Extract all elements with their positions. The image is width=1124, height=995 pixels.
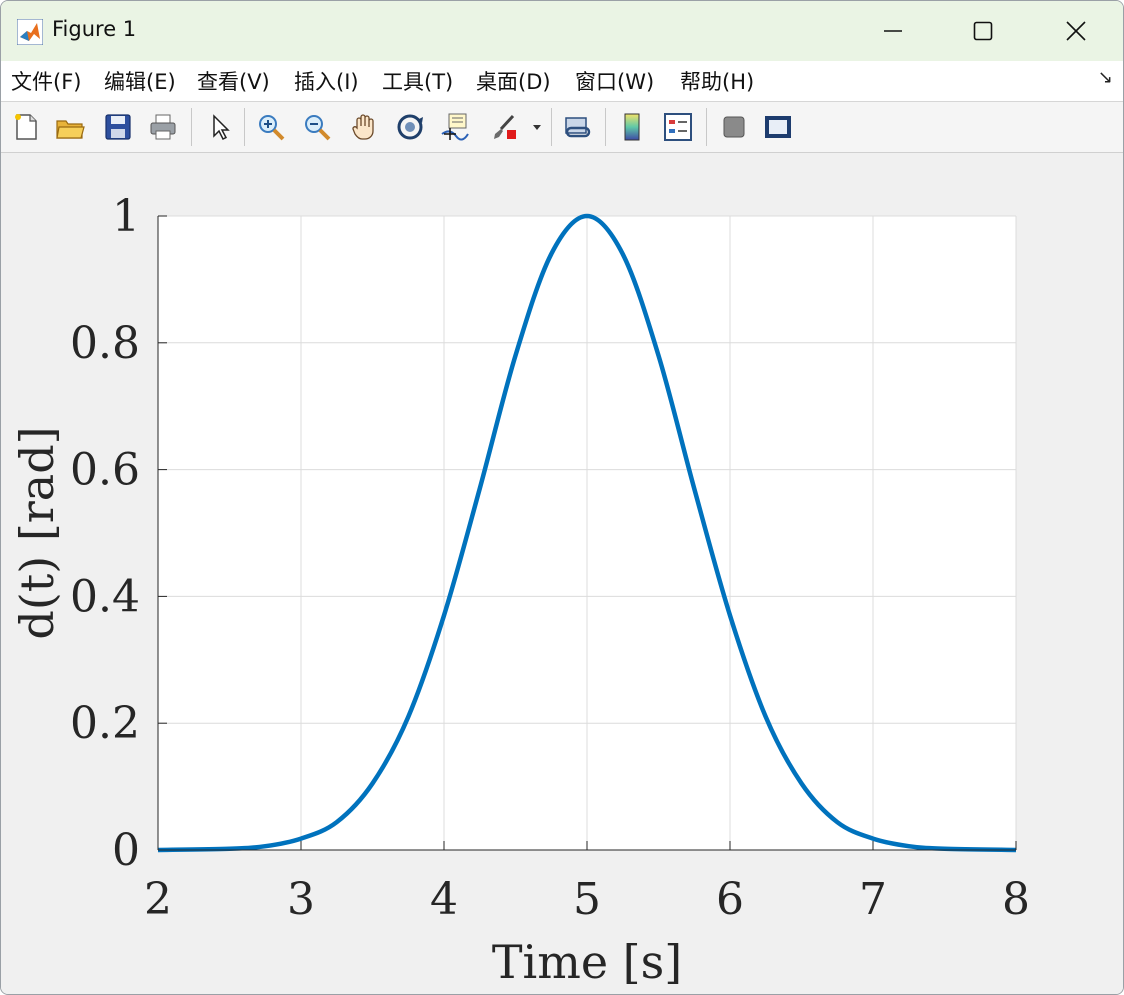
y-axis-label: d(t) [rad] [10,426,64,639]
colorbar-button[interactable] [615,110,649,144]
legend-button[interactable] [661,110,695,144]
x-tick-label: 2 [144,874,172,925]
menu-bar: 文件(F) 编辑(E) 查看(V) 插入(I) 工具(T) 桌面(D) 窗口(W… [1,61,1123,102]
toolbar-separator [244,108,245,146]
link-plot-button[interactable] [561,110,595,144]
menu-file[interactable]: 文件(F) [11,66,81,96]
toolbar-separator [706,108,707,146]
close-button[interactable] [1048,11,1104,51]
print-button[interactable] [146,110,180,144]
toolbar-separator [191,108,192,146]
hide-plot-tools-icon [723,116,745,138]
show-plot-tools-button[interactable] [761,110,795,144]
y-tick-label: 0.6 [70,445,140,496]
window-title: Figure 1 [52,17,137,41]
y-tick-label: 0.2 [70,698,140,749]
chevron-down-icon [533,125,541,130]
menu-insert[interactable]: 插入(I) [294,66,359,96]
open-file-button[interactable] [53,110,87,144]
y-tick-label: 0 [112,825,140,876]
x-tick-label: 3 [287,874,315,925]
legend-icon [664,113,692,141]
y-tick-label: 0.8 [70,318,140,369]
link-plot-icon [565,117,591,138]
menu-window[interactable]: 窗口(W) [575,66,654,96]
data-cursor-button[interactable] [438,110,472,144]
figure-window: Figure 1 文件(F) 编辑(E) 查看(V) 插入(I) 工具(T) 桌… [0,0,1124,995]
x-axis-label: Time [s] [492,935,682,989]
matlab-logo-icon [17,19,43,45]
rotate-3d-icon [397,114,423,140]
colorbar-icon [624,113,640,141]
open-file-icon [56,120,85,139]
pan-hand-icon [352,114,374,140]
x-tick-label: 6 [716,874,744,925]
menu-view[interactable]: 查看(V) [197,66,270,96]
toolbar-separator [605,108,606,146]
show-plot-tools-icon [765,116,791,138]
maximize-button[interactable] [955,11,1011,51]
x-tick-label: 5 [573,874,601,925]
axes: 2 3 4 5 6 7 8 0 0.2 0.4 0.6 0.8 1 Time [s] d(t) [rad] [10,191,1030,989]
y-tick-label: 1 [112,191,140,242]
print-icon [150,114,176,140]
figure-canvas: 2 3 4 5 6 7 8 0 0.2 0.4 0.6 0.8 1 Time [s] d(t) [rad] [1,153,1123,994]
x-tick-label: 4 [430,874,458,925]
zoom-in-button[interactable] [254,110,288,144]
title-bar[interactable]: Figure 1 [1,1,1123,61]
save-icon [105,114,131,140]
pointer-icon [213,114,230,141]
figure-toolbar [1,102,1123,153]
menu-desktop[interactable]: 桌面(D) [476,66,551,96]
rotate-3d-button[interactable] [393,110,427,144]
zoom-in-icon [259,115,285,141]
expand-toolbar-icon[interactable]: ↘ [1098,67,1113,88]
toolbar-separator [551,108,552,146]
maximize-icon [973,21,993,41]
brush-icon [494,114,516,139]
minimize-icon [884,30,902,32]
close-icon [1066,21,1086,41]
zoom-out-button[interactable] [300,110,334,144]
brush-dropdown-button[interactable] [529,110,545,144]
menu-edit[interactable]: 编辑(E) [104,66,176,96]
menu-tools[interactable]: 工具(T) [382,66,453,96]
pointer-button[interactable] [203,110,237,144]
hide-plot-tools-button[interactable] [717,110,751,144]
zoom-out-icon [305,115,331,141]
plot-figure[interactable]: 2 3 4 5 6 7 8 0 0.2 0.4 0.6 0.8 1 Time [s] d(t) [rad] [1,153,1123,994]
save-button[interactable] [101,110,135,144]
new-figure-button[interactable] [9,110,43,144]
x-tick-label: 7 [859,874,887,925]
brush-button[interactable] [487,110,521,144]
menu-help[interactable]: 帮助(H) [680,66,754,96]
data-cursor-icon [441,113,469,141]
x-tick-label: 8 [1002,874,1030,925]
minimize-button[interactable] [865,11,921,51]
new-figure-icon [15,114,37,140]
y-tick-label: 0.4 [70,571,140,622]
pan-button[interactable] [347,110,381,144]
